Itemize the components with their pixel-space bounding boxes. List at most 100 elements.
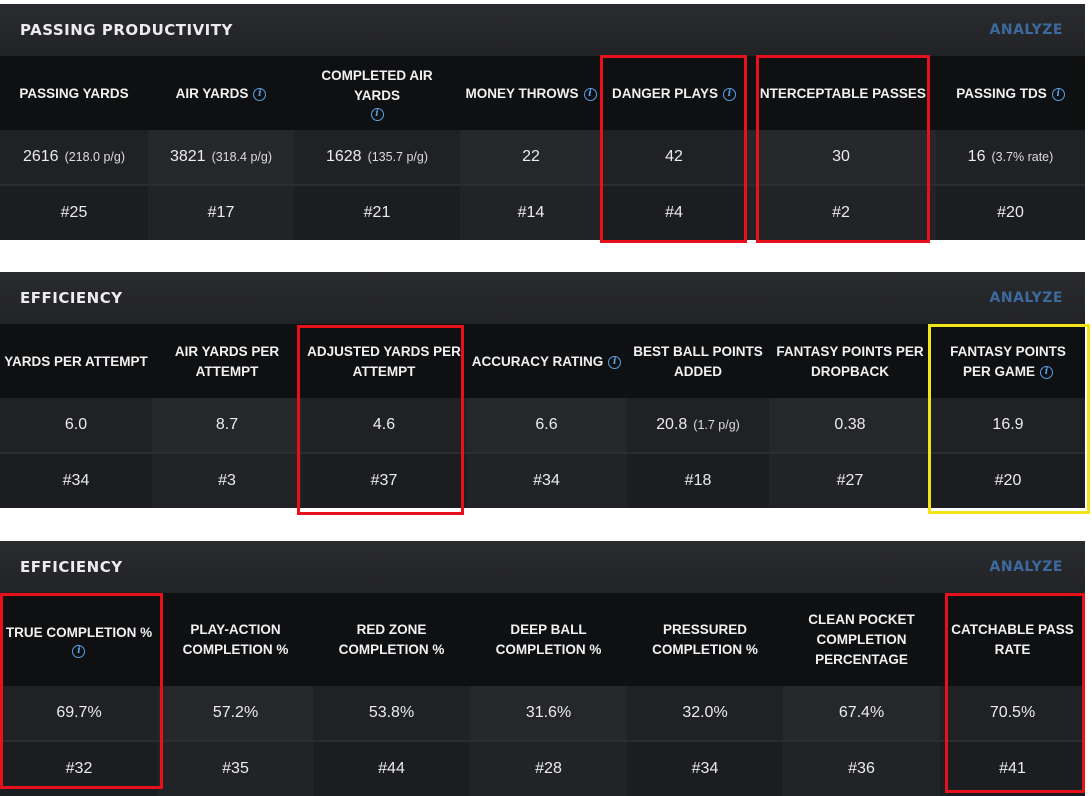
stats-grid: YARDS PER ATTEMPT 6.0 #34 AIR YARDS PER …	[0, 325, 1085, 508]
column-header: MONEY THROWS i	[460, 57, 602, 130]
column-header: TRUE COMPLETION % i	[0, 594, 158, 686]
stat-value: 0.38	[769, 398, 931, 454]
panel-title: PASSING PRODUCTIVITY	[20, 21, 233, 39]
stat-column-fantasy-points-per-dropback: FANTASY POINTS PER DROPBACK 0.38 #27	[769, 325, 931, 508]
column-header: CLEAN POCKET COMPLETION PERCENTAGE	[783, 594, 940, 686]
stat-column-catchable-pass-rate: CATCHABLE PASS RATE 70.5% #41	[940, 594, 1085, 796]
stat-column-air-yards: AIR YARDS i 3821 (318.4 p/g) #17	[148, 57, 294, 240]
stat-rank: #37	[302, 454, 466, 508]
stat-rank: #27	[769, 454, 931, 508]
column-header: INTERCEPTABLE PASSES	[746, 57, 936, 130]
stat-value: 8.7	[152, 398, 302, 454]
stat-rank: #44	[313, 742, 470, 796]
analyze-link[interactable]: ANALYZE	[990, 559, 1063, 575]
stat-value: 70.5%	[940, 686, 1085, 742]
stat-column-pressured-completion: PRESSURED COMPLETION % 32.0% #34	[627, 594, 783, 796]
info-icon[interactable]: i	[583, 87, 597, 101]
column-header: COMPLETED AIR YARDS i	[294, 57, 460, 130]
analyze-link[interactable]: ANALYZE	[990, 290, 1063, 306]
stat-value: 53.8%	[313, 686, 470, 742]
stat-rank: #28	[470, 742, 627, 796]
stat-value: 67.4%	[783, 686, 940, 742]
stat-rank: #34	[466, 454, 627, 508]
column-header: BEST BALL POINTS ADDED	[627, 325, 769, 398]
analyze-link[interactable]: ANALYZE	[990, 22, 1063, 38]
stat-column-best-ball-points-added: BEST BALL POINTS ADDED 20.8 (1.7 p/g) #18	[627, 325, 769, 508]
stat-value: 31.6%	[470, 686, 627, 742]
stat-rank: #35	[158, 742, 313, 796]
info-icon[interactable]: i	[72, 644, 86, 658]
stat-rank: #18	[627, 454, 769, 508]
stat-value: 69.7%	[0, 686, 158, 742]
stat-value: 6.6	[466, 398, 627, 454]
column-header: CATCHABLE PASS RATE	[940, 594, 1085, 686]
info-icon[interactable]: i	[1040, 365, 1053, 379]
column-header: AIR YARDS PER ATTEMPT	[152, 325, 302, 398]
stat-rank: #4	[602, 186, 746, 240]
stat-column-passing-tds: PASSING TDS i 16 (3.7% rate) #20	[936, 57, 1085, 240]
column-header: ADJUSTED YARDS PER ATTEMPT	[302, 325, 466, 398]
stat-column-play-action-completion: PLAY-ACTION COMPLETION % 57.2% #35	[158, 594, 313, 796]
panel-title: EFFICIENCY	[20, 289, 123, 307]
stat-value: 3821 (318.4 p/g)	[148, 130, 294, 186]
stat-value: 2616 (218.0 p/g)	[0, 130, 148, 186]
stat-value: 57.2%	[158, 686, 313, 742]
panel-header: PASSING PRODUCTIVITY ANALYZE	[0, 4, 1085, 57]
stat-column-red-zone-completion: RED ZONE COMPLETION % 53.8% #44	[313, 594, 470, 796]
column-header: PASSING YARDS	[0, 57, 148, 130]
stat-rank: #36	[783, 742, 940, 796]
column-header: PASSING TDS i	[936, 57, 1085, 130]
stat-value: 4.6	[302, 398, 466, 454]
column-header: AIR YARDS i	[148, 57, 294, 130]
stat-column-yards-per-attempt: YARDS PER ATTEMPT 6.0 #34	[0, 325, 152, 508]
column-header: DANGER PLAYS i	[602, 57, 746, 130]
passing-productivity-panel: PASSING PRODUCTIVITY ANALYZE PASSING YAR…	[0, 4, 1085, 240]
stat-rank: #14	[460, 186, 602, 240]
stat-rank: #32	[0, 742, 158, 796]
stat-value: 22	[460, 130, 602, 186]
stat-column-fantasy-points-per-game: FANTASY POINTS PER GAME i 16.9 #20	[931, 325, 1085, 508]
stat-rank: #34	[0, 454, 152, 508]
stats-grid: PASSING YARDS 2616 (218.0 p/g) #25 AIR YA…	[0, 57, 1085, 240]
panel-title: EFFICIENCY	[20, 558, 123, 576]
stat-rank: #25	[0, 186, 148, 240]
info-icon[interactable]: i	[1051, 87, 1065, 101]
stat-column-true-completion: TRUE COMPLETION % i 69.7% #32	[0, 594, 158, 796]
column-header: DEEP BALL COMPLETION %	[470, 594, 627, 686]
stat-column-air-yards-per-attempt: AIR YARDS PER ATTEMPT 8.7 #3	[152, 325, 302, 508]
stat-rank: #20	[931, 454, 1085, 508]
info-icon[interactable]: i	[723, 87, 737, 101]
stat-column-deep-ball-completion: DEEP BALL COMPLETION % 31.6% #28	[470, 594, 627, 796]
stat-value: 16.9	[931, 398, 1085, 454]
stat-value: 6.0	[0, 398, 152, 454]
stat-column-passing-yards: PASSING YARDS 2616 (218.0 p/g) #25	[0, 57, 148, 240]
column-header: FANTASY POINTS PER DROPBACK	[769, 325, 931, 398]
column-header: ACCURACY RATING i	[466, 325, 627, 398]
info-icon[interactable]: i	[370, 108, 384, 121]
column-header: FANTASY POINTS PER GAME i	[931, 325, 1085, 398]
stat-value: 42	[602, 130, 746, 186]
stat-column-clean-pocket-completion: CLEAN POCKET COMPLETION PERCENTAGE 67.4%…	[783, 594, 940, 796]
stat-rank: #3	[152, 454, 302, 508]
stat-value: 16 (3.7% rate)	[936, 130, 1085, 186]
stats-grid: TRUE COMPLETION % i 69.7% #32 PLAY-ACTION…	[0, 594, 1085, 796]
column-header: YARDS PER ATTEMPT	[0, 325, 152, 398]
stat-rank: #2	[746, 186, 936, 240]
info-icon[interactable]: i	[608, 355, 622, 369]
stat-column-danger-plays: DANGER PLAYS i 42 #4	[602, 57, 746, 240]
completion-efficiency-panel: EFFICIENCY ANALYZE TRUE COMPLETION % i 69…	[0, 541, 1085, 796]
stat-rank: #21	[294, 186, 460, 240]
stat-column-accuracy-rating: ACCURACY RATING i 6.6 #34	[466, 325, 627, 508]
column-header: PLAY-ACTION COMPLETION %	[158, 594, 313, 686]
stat-column-adjusted-yards-per-attempt: ADJUSTED YARDS PER ATTEMPT 4.6 #37	[302, 325, 466, 508]
stat-value: 20.8 (1.7 p/g)	[627, 398, 769, 454]
panel-header: EFFICIENCY ANALYZE	[0, 272, 1085, 325]
stat-column-money-throws: MONEY THROWS i 22 #14	[460, 57, 602, 240]
stat-column-completed-air-yards: COMPLETED AIR YARDS i 1628 (135.7 p/g) #21	[294, 57, 460, 240]
stat-value: 30	[746, 130, 936, 186]
stat-rank: #34	[627, 742, 783, 796]
column-header: PRESSURED COMPLETION %	[627, 594, 783, 686]
info-icon[interactable]: i	[253, 87, 267, 101]
efficiency-panel: EFFICIENCY ANALYZE YARDS PER ATTEMPT 6.0…	[0, 272, 1085, 508]
stat-rank: #20	[936, 186, 1085, 240]
